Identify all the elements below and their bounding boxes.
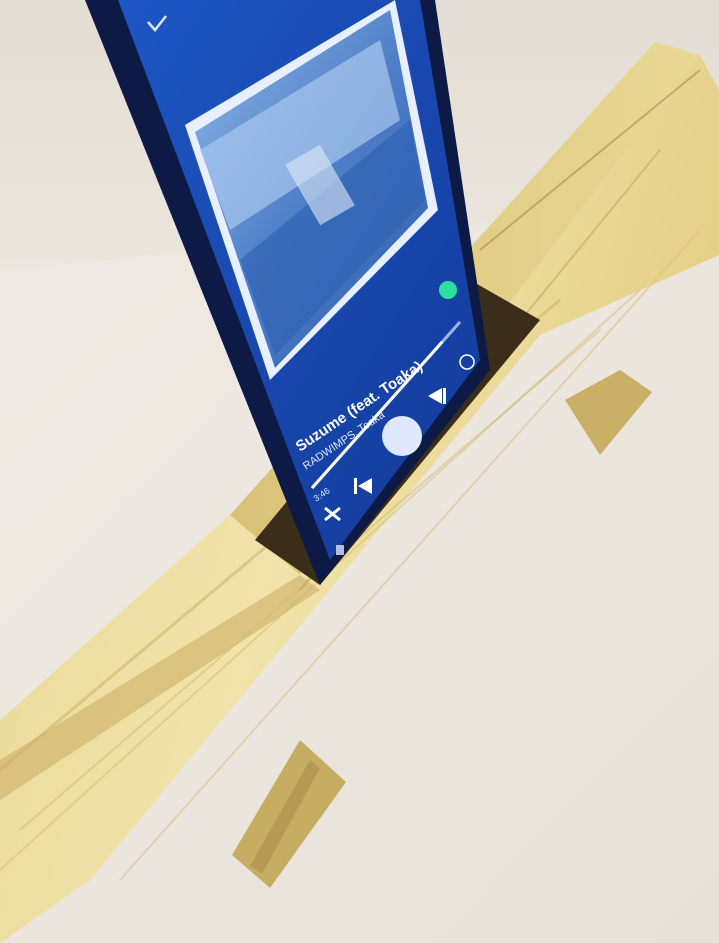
accent-dot <box>439 281 457 299</box>
photo-illustration: Suzume (feat. Toaka) RADWIMPS, Toaka 3:4… <box>0 0 719 943</box>
device-icon[interactable] <box>336 545 344 555</box>
play-pause-icon[interactable] <box>382 416 422 456</box>
photo-scene: Suzume (feat. Toaka) RADWIMPS, Toaka 3:4… <box>0 0 719 943</box>
